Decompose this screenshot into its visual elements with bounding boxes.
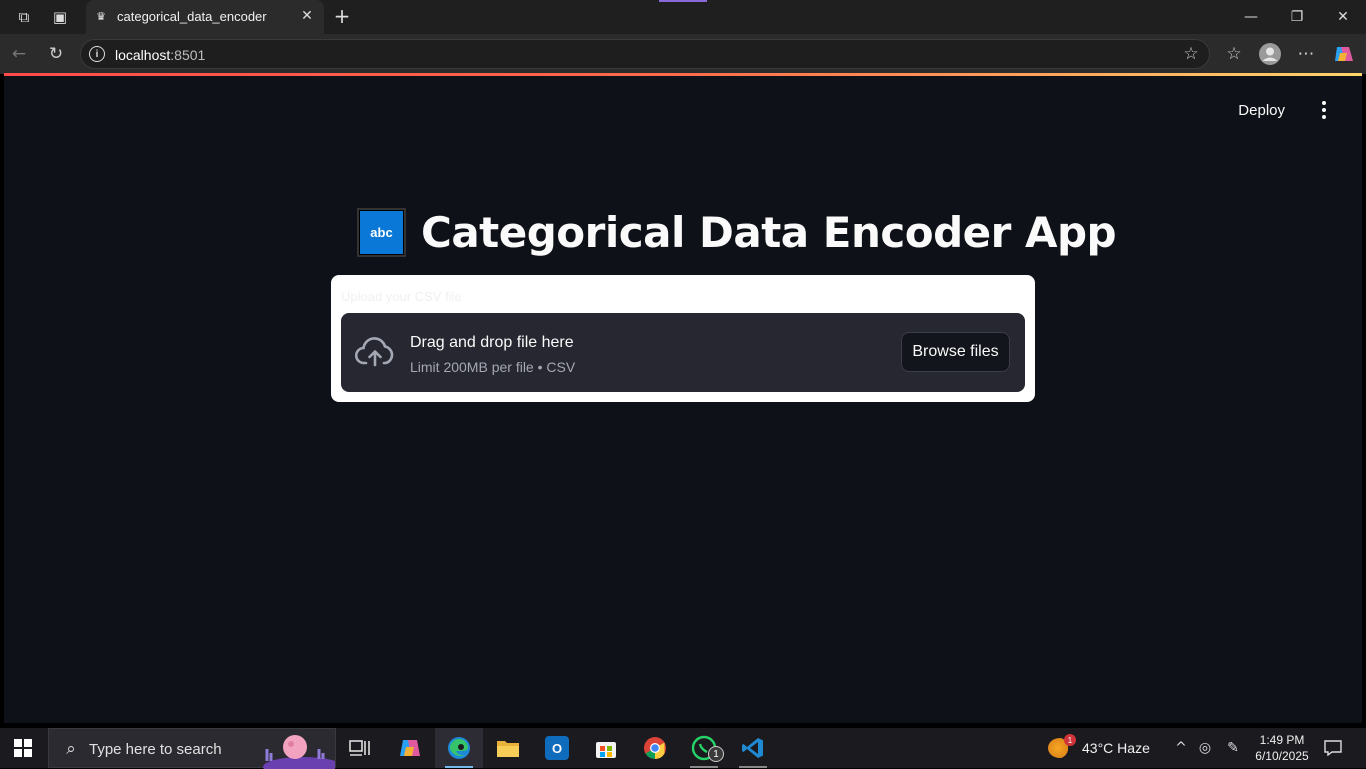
- url-text: localhost:8501: [115, 47, 205, 63]
- taskbar: ⌕ Type here to search O 1 1 43°C Haze ^ …: [0, 728, 1366, 769]
- whatsapp-icon[interactable]: 1: [680, 728, 728, 768]
- taskbar-search[interactable]: ⌕ Type here to search: [48, 728, 336, 769]
- whatsapp-badge: 1: [708, 746, 724, 762]
- app-main: Deploy abc Categorical Data Encoder App …: [4, 76, 1362, 723]
- deploy-button[interactable]: Deploy: [1238, 102, 1285, 119]
- vscode-icon[interactable]: [729, 728, 777, 768]
- chevron-up-icon[interactable]: ^: [1171, 738, 1191, 758]
- file-uploader: Upload your CSV file Drag and drop file …: [331, 275, 1035, 402]
- url-host: localhost: [115, 47, 171, 63]
- clock-time: 1:49 PM: [1259, 733, 1305, 747]
- clock-date: 6/10/2025: [1255, 749, 1309, 763]
- restore-icon[interactable]: ❐: [1285, 5, 1309, 29]
- dropzone-subtitle: Limit 200MB per file • CSV: [410, 359, 576, 375]
- tab-title: categorical_data_encoder: [117, 9, 267, 24]
- abc-icon-text: abc: [360, 210, 403, 254]
- uploader-label: Upload your CSV file: [341, 289, 462, 304]
- clock[interactable]: 1:49 PM 6/10/2025: [1252, 732, 1312, 764]
- favorites-icon[interactable]: ☆: [1223, 43, 1245, 65]
- browse-files-button[interactable]: Browse files: [901, 332, 1010, 372]
- close-window-icon[interactable]: ✕: [1331, 5, 1355, 29]
- pen-icon[interactable]: ✎: [1223, 738, 1243, 758]
- browser-tab-active[interactable]: ♛ categorical_data_encoder ✕: [86, 0, 324, 34]
- abc-icon: abc: [357, 207, 406, 257]
- copilot-app-icon[interactable]: [386, 728, 434, 768]
- search-placeholder: Type here to search: [89, 741, 222, 758]
- weather-alert-badge: 1: [1064, 734, 1076, 746]
- page-title: Categorical Data Encoder App: [421, 207, 1117, 257]
- edge-app-icon[interactable]: [435, 728, 483, 768]
- page-title-row: abc Categorical Data Encoder App: [357, 206, 1117, 258]
- microsoft-store-icon[interactable]: [582, 728, 630, 768]
- workspaces-icon[interactable]: ⧉: [13, 6, 35, 28]
- outlook-glyph: O: [545, 736, 569, 760]
- notification-icon[interactable]: [1323, 738, 1343, 758]
- titlebar-accent: [659, 0, 707, 2]
- streamlit-favicon-icon: ♛: [96, 10, 106, 23]
- copilot-icon[interactable]: [1332, 43, 1354, 65]
- haze-weather-icon: 1: [1048, 734, 1076, 758]
- more-options-icon[interactable]: ⋯: [1295, 43, 1317, 65]
- search-icon: ⌕: [66, 739, 76, 759]
- windows-start-icon[interactable]: [14, 739, 32, 757]
- browser-navbar: ← ↻ i localhost:8501 ☆ ☆ ⋯: [0, 34, 1366, 74]
- vertical-tabs-icon[interactable]: ▣: [49, 6, 71, 28]
- close-tab-icon[interactable]: ✕: [298, 7, 316, 25]
- cloud-upload-icon: [355, 337, 394, 367]
- site-info-icon[interactable]: i: [89, 46, 105, 62]
- browser-titlebar: ⧉ ▣ ♛ categorical_data_encoder ✕ + — ❐ ✕: [0, 0, 1366, 34]
- network-icon[interactable]: ◎: [1195, 738, 1215, 758]
- search-highlight-image: [263, 735, 335, 769]
- dropzone-title: Drag and drop file here: [410, 334, 574, 351]
- weather-widget[interactable]: 1 43°C Haze: [1048, 734, 1150, 760]
- main-menu-icon[interactable]: [1314, 100, 1334, 120]
- file-dropzone[interactable]: Drag and drop file here Limit 200MB per …: [341, 313, 1025, 392]
- new-tab-icon[interactable]: +: [331, 4, 353, 28]
- outlook-icon[interactable]: O: [533, 728, 581, 768]
- url-port: :8501: [170, 47, 206, 63]
- address-bar[interactable]: i localhost:8501 ☆: [80, 39, 1210, 69]
- refresh-icon[interactable]: ↻: [45, 43, 67, 65]
- profile-avatar[interactable]: [1259, 43, 1281, 65]
- back-arrow-icon[interactable]: ←: [8, 43, 30, 65]
- chrome-icon[interactable]: [631, 728, 679, 768]
- weather-text: 43°C Haze: [1082, 740, 1150, 756]
- favorite-star-icon[interactable]: ☆: [1181, 44, 1201, 64]
- file-explorer-icon[interactable]: [484, 728, 532, 768]
- task-view-icon[interactable]: [336, 728, 384, 768]
- minimize-icon[interactable]: —: [1239, 5, 1263, 29]
